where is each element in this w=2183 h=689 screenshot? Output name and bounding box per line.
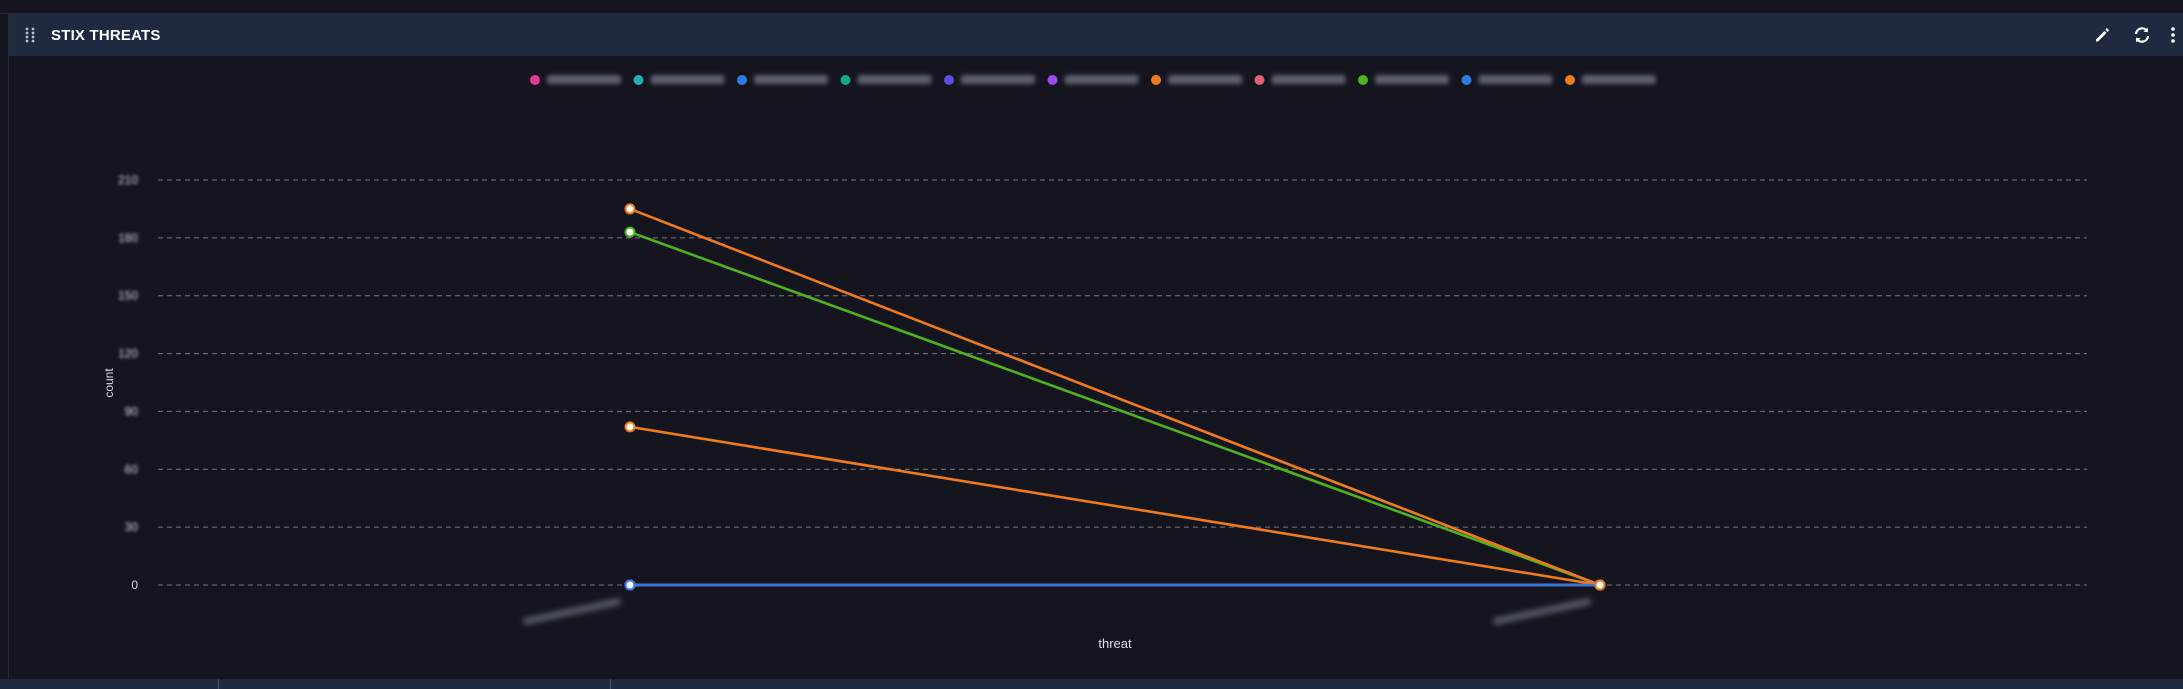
legend-item [1151, 75, 1242, 85]
y-tick-label: 60 [125, 462, 139, 476]
legend-label-redacted [1375, 75, 1449, 84]
series-line [629, 425, 1601, 587]
legend-marker-icon [1358, 75, 1368, 85]
x-tick-label-redacted [522, 598, 621, 625]
y-tick-label: 180 [118, 231, 138, 245]
series-line [629, 207, 1601, 587]
legend-item [1254, 75, 1346, 85]
y-tick-label: 150 [118, 289, 138, 303]
legend-item [633, 75, 725, 85]
legend-item [1047, 75, 1139, 85]
legend-marker-icon [633, 75, 644, 85]
data-point [624, 226, 636, 238]
y-tick-label: 120 [118, 347, 138, 361]
legend-marker-icon [1151, 75, 1161, 85]
data-point [624, 579, 636, 591]
legend-label-redacted [1271, 75, 1346, 84]
legend-marker-icon [1565, 75, 1575, 85]
y-axis-label: count [102, 368, 116, 398]
y-tick-label: 210 [118, 173, 138, 187]
legend-item [840, 75, 932, 85]
series-lines [629, 207, 1601, 587]
y-axis-ticks: 0 30 60 90 120 150 180 210 [118, 173, 138, 592]
y-tick-label: 90 [125, 404, 139, 418]
legend-item [737, 75, 828, 85]
line-chart: 0 30 60 90 120 150 180 210 count threat [102, 75, 2087, 651]
legend-marker-icon [1254, 75, 1265, 85]
x-tick-label-redacted [1492, 598, 1591, 625]
legend-label-redacted [1168, 75, 1242, 84]
legend-label-redacted [1478, 75, 1553, 84]
chart-legend [530, 75, 1656, 85]
series-line [629, 230, 1601, 587]
data-point [1594, 579, 1606, 591]
data-point [624, 421, 636, 433]
dashboard-bottom-strip [0, 679, 2183, 689]
legend-label-redacted [857, 75, 932, 84]
legend-label-redacted [547, 75, 621, 84]
legend-marker-icon [944, 75, 954, 85]
legend-item [1461, 75, 1553, 85]
data-point [624, 203, 636, 215]
legend-marker-icon [1461, 75, 1472, 85]
y-tick-label: 0 [131, 578, 138, 592]
legend-label-redacted [961, 75, 1035, 84]
legend-marker-icon [530, 75, 540, 85]
legend-item [944, 75, 1035, 85]
legend-label-redacted [650, 75, 725, 84]
y-tick-label: 30 [125, 520, 139, 534]
x-axis-label: threat [1098, 636, 1132, 651]
legend-label-redacted [1582, 75, 1656, 84]
legend-item [530, 75, 621, 85]
legend-item [1358, 75, 1449, 85]
x-axis-ticks [522, 598, 1591, 625]
legend-label-redacted [754, 75, 828, 84]
legend-marker-icon [840, 75, 851, 85]
bottom-divider [218, 679, 219, 689]
legend-marker-icon [1047, 75, 1058, 85]
bottom-divider [610, 679, 611, 689]
chart-grid [158, 179, 2087, 586]
legend-label-redacted [1064, 75, 1139, 84]
legend-item [1565, 75, 1656, 85]
legend-marker-icon [737, 75, 747, 85]
